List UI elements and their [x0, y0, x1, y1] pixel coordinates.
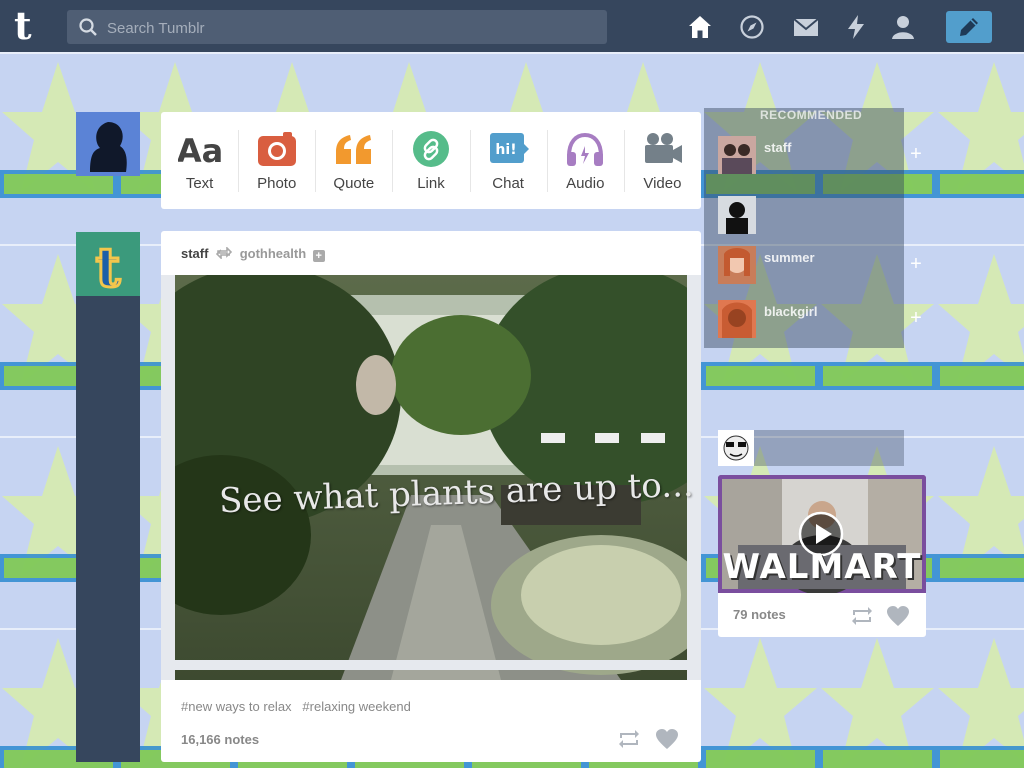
video-camera-icon: [645, 133, 683, 163]
user-avatar[interactable]: [76, 112, 140, 176]
svg-text:Aa: Aa: [178, 132, 222, 170]
mail-icon[interactable]: [792, 14, 820, 40]
left-column: [76, 232, 140, 762]
camera-icon: [257, 132, 296, 166]
post-type-label: Audio: [566, 175, 605, 192]
post-actions: [617, 728, 681, 750]
post-tags: #new ways to relax #relaxing weekend: [181, 699, 411, 714]
recommended-blog[interactable]: blackgirl +: [718, 300, 922, 344]
recommended-blog[interactable]: staff +: [718, 136, 922, 180]
silhouette-avatar-icon: [76, 112, 140, 176]
reblog-small-icon: [215, 246, 233, 260]
home-icon[interactable]: [686, 14, 714, 40]
post-type-video[interactable]: Video: [623, 112, 701, 209]
search-icon: [79, 18, 97, 36]
follow-plus-icon[interactable]: +: [904, 142, 928, 166]
blog-name: staff: [764, 140, 792, 155]
svg-text:t: t: [96, 235, 121, 296]
tag-link[interactable]: #new ways to relax: [181, 699, 292, 714]
post-type-bar: Aa Text Photo Quote Link hi! Chat Audio …: [161, 112, 701, 209]
post-notes-count[interactable]: 16,166 notes: [181, 732, 259, 747]
radar-video[interactable]: WALMART: [718, 475, 926, 593]
post-type-label: Chat: [492, 175, 524, 192]
blog-avatar: [718, 196, 756, 234]
tumblr-logo[interactable]: t: [14, 6, 50, 46]
search-input[interactable]: [105, 10, 599, 46]
quote-icon: [335, 135, 371, 164]
post-type-label: Link: [417, 175, 445, 192]
chat-icon: hi!: [490, 133, 530, 163]
follow-plus-icon[interactable]: +: [904, 252, 928, 276]
video-title-overlay: WALMART: [722, 547, 922, 587]
heart-icon[interactable]: [886, 605, 910, 627]
follow-plus-icon[interactable]: +: [904, 306, 928, 330]
recommended-blog[interactable]: [718, 196, 904, 240]
radar-post: WALMART 79 notes: [718, 475, 926, 637]
reblog-icon[interactable]: [850, 605, 874, 627]
post-type-label: Photo: [257, 175, 297, 192]
tumblr-t-avatar-icon: t: [76, 232, 140, 301]
recommended-blog[interactable]: summer +: [718, 246, 922, 290]
post-type-label: Text: [185, 175, 214, 192]
radar-header-strip: [718, 430, 904, 466]
dashboard-post: staff gothhealth + See what plants are u…: [161, 231, 701, 762]
post-type-audio[interactable]: Audio: [546, 112, 624, 209]
post-header: staff gothhealth +: [181, 246, 325, 262]
compass-icon[interactable]: [738, 14, 766, 40]
post-author-link[interactable]: staff: [181, 246, 208, 261]
post-type-text[interactable]: Aa Text: [161, 112, 238, 209]
pencil-icon: [960, 18, 978, 36]
user-icon[interactable]: [889, 14, 917, 40]
post-type-quote[interactable]: Quote: [315, 112, 392, 209]
blog-avatar: [718, 136, 756, 174]
radar-actions: [850, 605, 912, 627]
tag-link[interactable]: #relaxing weekend: [302, 699, 410, 714]
post-type-label: Video: [643, 175, 682, 192]
post-type-chat[interactable]: hi! Chat: [469, 112, 547, 209]
blog-avatar: [718, 246, 756, 284]
text-icon: Aa: [178, 132, 222, 170]
svg-text:hi!: hi!: [496, 142, 517, 158]
heart-icon[interactable]: [655, 728, 679, 750]
radar-notes-count[interactable]: 79 notes: [733, 607, 786, 622]
top-header: t: [0, 0, 1024, 52]
lightning-icon[interactable]: [842, 14, 870, 40]
search-bar[interactable]: [67, 10, 607, 46]
blog-avatar: [718, 300, 756, 338]
blog-name: summer: [764, 250, 815, 265]
link-icon: [412, 131, 449, 167]
radar-avatar: [718, 430, 754, 466]
post-type-link[interactable]: Link: [392, 112, 469, 209]
blog-name: blackgirl: [764, 304, 818, 319]
follow-plus-icon[interactable]: +: [312, 250, 325, 262]
staff-avatar[interactable]: t: [76, 232, 140, 301]
post-type-label: Quote: [333, 175, 375, 192]
compose-button[interactable]: [946, 11, 992, 43]
recommended-heading: RECOMMENDED: [760, 108, 863, 122]
post-type-photo[interactable]: Photo: [238, 112, 315, 209]
headphones-icon: [567, 132, 604, 166]
reblogged-from-link[interactable]: gothhealth: [240, 246, 306, 261]
reblog-icon[interactable]: [617, 728, 641, 750]
post-photo[interactable]: See what plants are up to...: [161, 275, 701, 680]
